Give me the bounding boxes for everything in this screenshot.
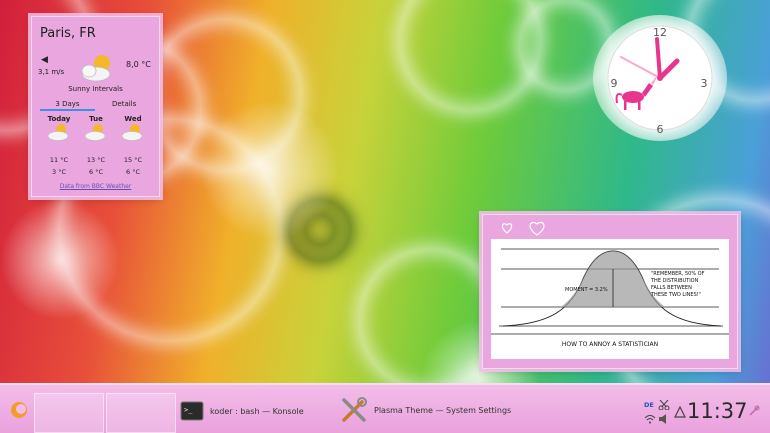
forecast-high: 13 °C xyxy=(86,156,106,164)
forecast-low: 6 °C xyxy=(89,168,103,176)
svg-text:>_: >_ xyxy=(184,406,193,414)
app-launcher-icon[interactable] xyxy=(9,400,29,420)
sun-cloud-icon xyxy=(84,124,106,141)
wifi-icon[interactable] xyxy=(644,414,656,424)
tab-3-days[interactable]: 3 Days xyxy=(40,100,95,111)
forecast-high: 15 °C xyxy=(123,156,143,164)
forecast-low: 6 °C xyxy=(126,168,140,176)
comic-label: FALLS BETWEEN xyxy=(651,285,692,291)
sun-cloud-icon xyxy=(81,55,111,82)
expand-tray-icon[interactable] xyxy=(674,406,686,418)
forecast-day: Tue xyxy=(79,115,113,143)
clock-numeral: 12 xyxy=(653,26,667,39)
sun-cloud-icon xyxy=(121,124,143,141)
virtual-desktop-1[interactable] xyxy=(34,393,104,433)
forecast-low: 3 °C xyxy=(52,168,66,176)
task-system-settings[interactable]: Plasma Theme — System Settings xyxy=(340,395,511,425)
comic-label: THESE TWO LINES!" xyxy=(650,292,701,298)
comic-label: THE DISTRIBUTION xyxy=(650,278,699,284)
sun-cloud-icon xyxy=(47,124,69,141)
volume-icon[interactable] xyxy=(658,413,668,425)
weather-widget: Paris, FR ◀ 3,1 m/s 8,0 °C Sunny Interva… xyxy=(31,16,160,197)
clock-numeral: 6 xyxy=(657,123,664,136)
comic-widget: MOMENT = 3.2% "REMEMBER, 50% OF THE DIST… xyxy=(482,214,738,369)
clipboard-scissors-icon[interactable] xyxy=(658,400,670,410)
tools-icon xyxy=(342,397,367,422)
comic-label: MOMENT = 3.2% xyxy=(565,287,608,293)
system-tray: DE xyxy=(644,398,686,428)
tab-details[interactable]: Details xyxy=(112,100,136,108)
task-label: koder : bash — Konsole xyxy=(210,406,304,416)
weather-city: Paris, FR xyxy=(40,26,96,41)
weather-condition: Sunny Intervals xyxy=(68,85,123,93)
task-label: Plasma Theme — System Settings xyxy=(374,405,512,415)
forecast-day: Wed xyxy=(116,115,150,143)
forecast-day-name: Wed xyxy=(124,115,142,123)
comic-caption: HOW TO ANNOY A STATISTICIAN xyxy=(562,341,658,348)
weather-source-link[interactable]: Data from BBC Weather xyxy=(32,183,159,190)
panel-settings-icon[interactable] xyxy=(748,405,760,417)
forecast-day-name: Today xyxy=(47,115,71,123)
clock-numeral: 9 xyxy=(611,77,618,90)
virtual-desktop-2[interactable] xyxy=(106,393,176,433)
task-konsole[interactable]: >_ koder : bash — Konsole xyxy=(180,398,304,424)
digital-clock[interactable]: 11:37 xyxy=(687,399,748,423)
comic-label: "REMEMBER, 50% OF xyxy=(651,271,705,277)
taskbar-panel: >_ koder : bash — Konsole Plasma Theme —… xyxy=(0,383,770,433)
desktop-wallpaper: Paris, FR ◀ 3,1 m/s 8,0 °C Sunny Interva… xyxy=(0,0,770,433)
keyboard-layout-indicator[interactable]: DE xyxy=(644,401,654,409)
wind-speed: 3,1 m/s xyxy=(38,68,65,76)
clock-numeral: 3 xyxy=(701,77,708,90)
analog-clock: 12 3 6 9 xyxy=(593,15,727,141)
forecast-day: Today xyxy=(42,115,76,143)
wind-direction-icon: ◀ xyxy=(41,55,48,65)
terminal-icon: >_ xyxy=(180,401,204,421)
clock-face: 12 3 6 9 xyxy=(607,25,713,136)
forecast-day-name: Tue xyxy=(89,115,103,123)
current-temperature: 8,0 °C xyxy=(126,60,151,69)
comic-image: MOMENT = 3.2% "REMEMBER, 50% OF THE DIST… xyxy=(491,239,729,359)
hearts-decoration-icon xyxy=(501,221,545,236)
forecast-high: 11 °C xyxy=(49,156,69,164)
